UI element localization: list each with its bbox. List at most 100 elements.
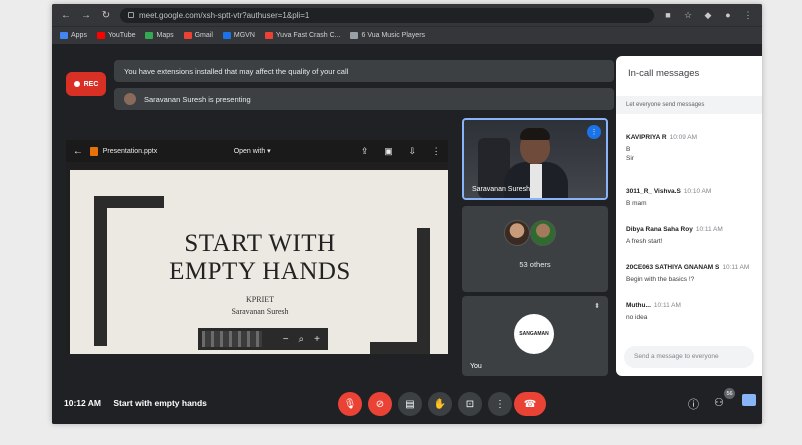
pin-icon[interactable]: ⬍ bbox=[594, 302, 600, 310]
back-arrow-icon[interactable]: ← bbox=[66, 146, 90, 157]
others-count: 53 others bbox=[519, 260, 551, 269]
zoom-out-icon[interactable]: − bbox=[283, 334, 289, 345]
presenter-avatar bbox=[124, 93, 136, 105]
message-text: Begin with the basics !? bbox=[626, 276, 695, 283]
present-icon: ⊡ bbox=[465, 398, 475, 410]
open-with-button[interactable]: Open with ▾ bbox=[234, 147, 353, 155]
zoom-in-icon[interactable]: + bbox=[314, 334, 320, 345]
chat-icon[interactable] bbox=[742, 394, 756, 406]
participant-count-badge: 56 bbox=[724, 388, 735, 399]
self-tile[interactable]: ⬍ SANGAMAN You bbox=[462, 296, 608, 376]
chat-message: KAVIPRIYA R 10:09 AM B Sir bbox=[626, 134, 760, 163]
slide-org: KPRIET bbox=[246, 295, 274, 304]
chat-panel: In-call messages Let everyone send messa… bbox=[616, 56, 762, 376]
message-sender: KAVIPRIYA R bbox=[626, 134, 667, 141]
leave-call-button[interactable]: ☎ bbox=[514, 392, 546, 416]
chat-message: 3011_R_ Vishva.S 10:10 AM B mam bbox=[626, 188, 760, 208]
apps-icon bbox=[60, 32, 68, 39]
slide-title: START WITH EMPTY HANDS bbox=[169, 230, 351, 285]
speaker-tile[interactable]: ⋮ Saravanan Suresh bbox=[462, 118, 608, 200]
star-icon[interactable]: ☆ bbox=[682, 10, 694, 21]
url-text: meet.google.com/xsh-sptt-vtr?authuser=1&… bbox=[139, 10, 310, 20]
extensions-warning-banner: You have extensions installed that may a… bbox=[114, 60, 614, 82]
youtube-icon bbox=[96, 32, 105, 39]
zoom-search-icon[interactable]: ⌕ bbox=[299, 334, 305, 345]
self-avatar-logo: SANGAMAN bbox=[514, 314, 554, 354]
add-drive-icon[interactable]: ⇪ bbox=[353, 146, 377, 157]
others-tile[interactable]: 53 others bbox=[462, 206, 608, 292]
bookmark-mgvn[interactable]: MGVN bbox=[222, 32, 255, 39]
recording-badge[interactable]: REC bbox=[66, 72, 106, 96]
lock-icon bbox=[128, 12, 134, 18]
bookmark-gmail[interactable]: Gmail bbox=[183, 32, 213, 39]
captions-button[interactable]: ▤ bbox=[398, 392, 422, 416]
speaking-indicator-icon: ⋮ bbox=[587, 125, 601, 139]
camera-off-icon: ⊘ bbox=[375, 398, 385, 410]
browser-toolbar: ← → ↻ meet.google.com/xsh-sptt-vtr?authu… bbox=[52, 4, 762, 26]
record-dot-icon bbox=[73, 81, 80, 87]
camera-icon[interactable]: ■ bbox=[662, 10, 674, 20]
bookmarks-bar: Apps YouTube Maps Gmail MGVN Yuva Fast C… bbox=[52, 26, 762, 44]
message-time: 10:11 AM bbox=[722, 264, 750, 271]
more-options-button[interactable]: ⋮ bbox=[488, 392, 512, 416]
chat-title: In-call messages bbox=[628, 68, 700, 79]
chat-message: Dibya Rana Saha Roy 10:11 AM A fresh star… bbox=[626, 226, 760, 246]
people-icon[interactable]: ⚇ bbox=[714, 396, 724, 409]
back-icon[interactable]: ← bbox=[60, 10, 72, 21]
message-text: B Sir bbox=[626, 146, 634, 162]
info-icon[interactable]: ⓘ bbox=[688, 396, 699, 412]
hang-up-icon: ☎ bbox=[523, 398, 537, 410]
control-bar: 10:12 AM Start with empty hands 🎙 ⊘ ▤ ✋ … bbox=[52, 384, 762, 424]
slides-file-icon bbox=[89, 146, 98, 156]
reload-icon[interactable]: ↻ bbox=[100, 10, 112, 21]
print-icon[interactable]: ▣ bbox=[377, 146, 401, 157]
captions-icon: ▤ bbox=[405, 398, 415, 410]
bookmark-youtube[interactable]: YouTube bbox=[96, 32, 135, 39]
chat-input[interactable]: Send a message to everyone bbox=[624, 346, 754, 368]
raise-hand-icon: ✋ bbox=[433, 398, 447, 410]
mgvn-icon bbox=[222, 32, 231, 39]
mic-off-icon: 🎙 bbox=[343, 398, 357, 410]
zoom-controls: − ⌕ + bbox=[198, 328, 328, 350]
message-sender: 20CE063 SATHIYA GNANAM S bbox=[626, 264, 720, 271]
file-name: Presentation.pptx bbox=[102, 147, 158, 155]
mic-off-button[interactable]: 🎙 bbox=[338, 392, 362, 416]
more-vert-icon: ⋮ bbox=[495, 398, 505, 410]
message-text: A fresh start! bbox=[626, 238, 663, 245]
gmail-icon bbox=[183, 32, 192, 39]
message-time: 10:11 AM bbox=[653, 302, 681, 309]
slide-thumbnails[interactable] bbox=[202, 331, 262, 347]
bookmark-maps[interactable]: Maps bbox=[145, 32, 174, 39]
slide: START WITH EMPTY HANDS KPRIET Saravanan … bbox=[70, 170, 448, 354]
address-bar[interactable]: meet.google.com/xsh-sptt-vtr?authuser=1&… bbox=[120, 7, 654, 23]
bookmark-yuva[interactable]: Yuva Fast Crash C... bbox=[264, 32, 340, 39]
meeting-info: 10:12 AM Start with empty hands bbox=[64, 398, 207, 408]
bookmark-apps[interactable]: Apps bbox=[60, 32, 87, 39]
download-icon[interactable]: ⇩ bbox=[400, 146, 424, 157]
slide-author: Saravanan Suresh bbox=[231, 307, 289, 316]
chat-message: Muthu... 10:11 AM no idea bbox=[626, 302, 760, 322]
chat-message: 20CE063 SATHIYA GNANAM S 10:11 AM Begin w… bbox=[626, 264, 760, 284]
message-time: 10:09 AM bbox=[669, 134, 698, 141]
speaker-name: Saravanan Suresh bbox=[472, 186, 530, 193]
message-text: B mam bbox=[626, 200, 647, 207]
profile-icon[interactable]: ● bbox=[722, 10, 734, 20]
maps-icon bbox=[145, 32, 154, 39]
slide-subtitle: KPRIET Saravanan Suresh bbox=[140, 294, 380, 318]
speaker-shirt bbox=[530, 164, 542, 198]
participant-avatar bbox=[504, 220, 530, 246]
chat-permission-toggle[interactable]: Let everyone send messages bbox=[616, 96, 762, 114]
forward-icon[interactable]: → bbox=[80, 10, 92, 21]
raise-hand-button[interactable]: ✋ bbox=[428, 392, 452, 416]
more-options-icon[interactable]: ⋮ bbox=[424, 146, 448, 157]
menu-icon[interactable]: ⋮ bbox=[742, 10, 754, 21]
present-button[interactable]: ⊡ bbox=[458, 392, 482, 416]
screen: ← → ↻ meet.google.com/xsh-sptt-vtr?authu… bbox=[52, 4, 762, 424]
speaker-hair bbox=[520, 128, 550, 140]
presentation-view: ← Presentation.pptx Open with ▾ ⇪ ▣ ⇩ ⋮ … bbox=[66, 140, 448, 354]
bookmark-music[interactable]: 6 Vua Music Players bbox=[350, 32, 425, 39]
extension-icon[interactable]: ◆ bbox=[702, 10, 714, 21]
message-text: no idea bbox=[626, 314, 648, 321]
camera-off-button[interactable]: ⊘ bbox=[368, 392, 392, 416]
self-label: You bbox=[470, 363, 482, 370]
